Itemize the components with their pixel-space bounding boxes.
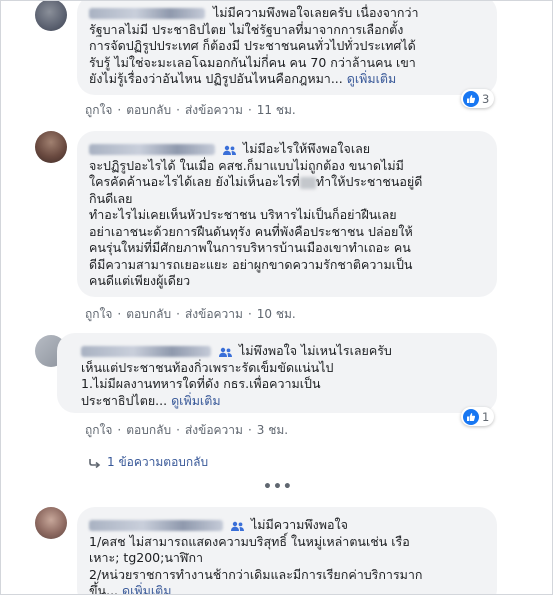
- friends-icon: [222, 145, 236, 155]
- comment-line: ใครคัดค้านอะไรได้เลย ยังไม่เห็นอะไรที่ ทำ…: [89, 174, 423, 189]
- comment-line: ประชาธิปไตย... ดูเพิ่มเติม: [81, 392, 221, 408]
- comment-line: จะปฏิรูปอะไรได้ ในเมื่อ คสช.ก็มาแบบไม่ถู…: [89, 157, 404, 173]
- avatar[interactable]: [35, 507, 67, 539]
- comment-actions: ถูกใจ · ตอบกลับ · ส่งข้อความ · 3 ชม.: [85, 423, 289, 437]
- like-icon: [463, 90, 479, 107]
- more-comments-dots[interactable]: •••: [263, 479, 293, 495]
- timestamp[interactable]: 11 ชม.: [257, 103, 296, 117]
- commenter-name[interactable]: [89, 8, 205, 19]
- commenter-name[interactable]: [81, 346, 211, 357]
- share-button[interactable]: ส่งข้อความ: [185, 423, 243, 437]
- comment-line: 1.ไม่มีผลงานทหารใดที่ดัง กธร.เพื่อความเป…: [81, 376, 321, 391]
- comment-line: รับรู้ ไม่ใช่จะมะเลอโฉมอกกันไม่กี่คน คน …: [89, 54, 416, 70]
- avatar[interactable]: [35, 131, 67, 163]
- timestamp[interactable]: 3 ชม.: [257, 423, 288, 437]
- comment-line: 2/หน่วยราชการทำงานช้ากว่าเดิมและมีการเรี…: [89, 566, 423, 582]
- comment-actions: ถูกใจ · ตอบกลับ · ส่งข้อความ · 10 ชม.: [85, 307, 296, 321]
- comment-line: ทำอะไรไม่เคยเห็นหัวประชาชน บริหารไม่เป็น…: [89, 207, 397, 222]
- see-more-link[interactable]: ดูเพิ่มเติม: [171, 393, 221, 408]
- reply-button[interactable]: ตอบกลับ: [126, 307, 171, 321]
- comment-line: เหาะ; tg200;นาฬิกา: [89, 550, 204, 565]
- comment-bubble: ไม่มีอะไรให้พึงพอใจเลย จะปฏิรูปอะไรได้ ใ…: [77, 131, 497, 297]
- comment-bubble: ไม่พึงพอใจ ไม่เหนไรเลยครับ เห็นแต่ประชาช…: [57, 333, 497, 413]
- reply-button[interactable]: ตอบกลับ: [126, 103, 171, 117]
- like-button[interactable]: ถูกใจ: [85, 423, 112, 437]
- comment-line: ไม่มีความพึงพอใจเลยครับ เนื่องจากว่า: [89, 5, 485, 22]
- commenter-name[interactable]: [89, 520, 223, 531]
- comment-line: เห็นแต่ประชาชนท้องกิ่วเพราะรัดเข็มขัดแน่…: [81, 359, 334, 375]
- comments-panel: ไม่มีความพึงพอใจเลยครับ เนื่องจากว่า รัฐ…: [0, 0, 553, 595]
- share-button[interactable]: ส่งข้อความ: [185, 103, 243, 117]
- comment-bubble: ไม่มีความพึงพอใจเลยครับ เนื่องจากว่า รัฐ…: [77, 1, 497, 95]
- share-button[interactable]: ส่งข้อความ: [185, 307, 243, 321]
- friends-icon: [230, 521, 244, 531]
- reply-arrow-icon: [89, 458, 101, 468]
- comment-line: ไม่พึงพอใจ ไม่เหนไรเลยครับ: [81, 343, 485, 360]
- reaction-count[interactable]: 3: [461, 89, 495, 108]
- comment-line: 1/คสช ไม่สามารถแสดงความบริสุทธิ์ ในหมู่เ…: [89, 533, 410, 549]
- friends-icon: [218, 347, 232, 357]
- reaction-count[interactable]: 1: [461, 407, 495, 426]
- comment-line: ยังไม่รู้เรื่องว่าอันไหน ปฏิรูปอันไหนคือ…: [89, 71, 397, 86]
- redacted-text: [299, 176, 316, 189]
- comment-line: คนดีแต่เพียงผู้เดียว: [89, 273, 191, 288]
- like-icon: [463, 408, 479, 425]
- timestamp[interactable]: 10 ชม.: [257, 307, 296, 321]
- like-button[interactable]: ถูกใจ: [85, 307, 112, 321]
- commenter-name[interactable]: [89, 144, 215, 155]
- avatar[interactable]: [35, 1, 67, 31]
- view-replies-link[interactable]: 1 ข้อความตอบกลับ: [89, 453, 208, 472]
- comment-line: รัฐบาลไม่มี ประชาธิปไตย ไม่ใช่รัฐบาลที่ม…: [89, 21, 404, 37]
- comment-actions: ถูกใจ · ตอบกลับ · ส่งข้อความ · 11 ชม.: [85, 103, 296, 117]
- see-more-link[interactable]: ดูเพิ่มเติม: [347, 71, 397, 86]
- like-button[interactable]: ถูกใจ: [85, 103, 112, 117]
- comment-line: ขึ้น... ดูเพิ่มเติม: [89, 583, 485, 594]
- comment-line: การจัดปฏิรูปประเทศ ก็ต้องมี ประชาชนคนทั่…: [89, 38, 416, 53]
- comment-line: คนรุ่นใหม่ที่มีศักยภาพในการบริหารบ้านเมื…: [89, 240, 411, 255]
- comment-line: ไม่มีอะไรให้พึงพอใจเลย: [89, 141, 485, 158]
- see-more-link[interactable]: ดูเพิ่มเติม: [122, 583, 172, 594]
- reply-button[interactable]: ตอบกลับ: [126, 423, 171, 437]
- comment-line: กินดีเลย: [89, 190, 133, 206]
- comment-line: ดีมีความสามารถเยอะแยะ อย่าผูกขาดความรักช…: [89, 256, 413, 272]
- comment-line: อย่าเอาชนะด้วยการฝืนดันทุรัง คนที่พังคือ…: [89, 223, 413, 239]
- comment-line: ไม่มีความพึงพอใจ: [89, 517, 485, 534]
- comment-bubble: ไม่มีความพึงพอใจ 1/คสช ไม่สามารถแสดงความ…: [77, 507, 497, 594]
